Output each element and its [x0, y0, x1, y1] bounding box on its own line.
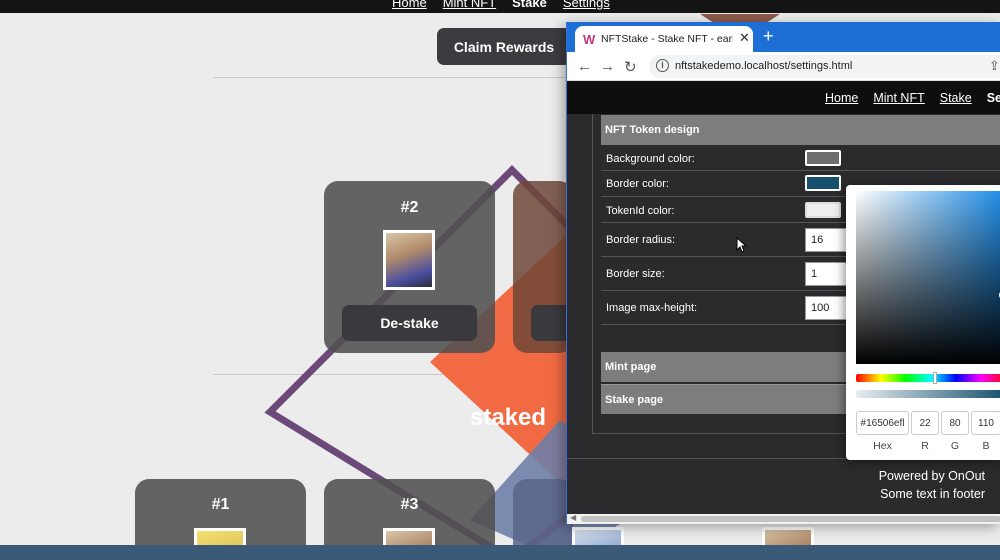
- forward-arrow-icon[interactable]: →: [600, 58, 615, 75]
- row-label: Border radius:: [606, 234, 676, 246]
- scroll-left-icon[interactable]: ◀: [570, 513, 576, 522]
- nav-stake[interactable]: Stake: [940, 91, 972, 105]
- back-arrow-icon[interactable]: ←: [577, 58, 592, 75]
- footer-text: Some text in footer: [880, 487, 985, 501]
- border-color-swatch[interactable]: [805, 175, 841, 191]
- staked-nft-card: #2 De-stake: [324, 181, 495, 353]
- alpha-slider[interactable]: [856, 390, 1000, 398]
- tab-strip: W NFTStake - Stake NFT - earn ERC ✕ +: [567, 22, 1000, 52]
- hex-input[interactable]: #16506efl: [856, 411, 909, 435]
- hue-slider[interactable]: [856, 374, 1000, 382]
- hex-label: Hex: [873, 440, 892, 452]
- background-color-swatch[interactable]: [805, 150, 841, 166]
- url-text: nftstakedemo.localhost/settings.html: [675, 60, 853, 72]
- close-tab-icon[interactable]: ✕: [739, 30, 750, 46]
- color-picker-popup: #16506efl 22 80 110 Hex R G B: [846, 185, 1000, 460]
- scrollbar-thumb[interactable]: [581, 516, 1000, 522]
- reload-icon[interactable]: ↻: [624, 58, 637, 76]
- section-heading: staked: [470, 404, 547, 431]
- nft-token-id: #2: [400, 199, 419, 216]
- browser-tab[interactable]: W NFTStake - Stake NFT - earn ERC ✕: [575, 26, 753, 52]
- new-tab-icon[interactable]: +: [763, 26, 774, 47]
- nft-token-id: #3: [400, 496, 419, 513]
- nft-token-id: #1: [211, 496, 230, 513]
- red-input[interactable]: 22: [911, 411, 939, 435]
- nav-mint-nft[interactable]: Mint NFT: [873, 91, 924, 105]
- blue-label: B: [982, 440, 990, 452]
- setting-row: Background color:: [601, 145, 1000, 171]
- address-bar[interactable]: i nftstakedemo.localhost/settings.html: [649, 55, 1000, 78]
- destake-button[interactable]: De-stake: [342, 305, 477, 341]
- red-label: R: [921, 440, 929, 452]
- green-input[interactable]: 80: [941, 411, 969, 435]
- site-info-icon[interactable]: i: [656, 59, 669, 72]
- settings-nav-links: Home Mint NFT Stake Se: [825, 91, 1000, 105]
- blue-input[interactable]: 110: [971, 411, 1000, 435]
- settings-site-nav: Home Mint NFT Stake Se: [567, 81, 1000, 114]
- section-nft-token-design[interactable]: NFT Token design: [601, 115, 1000, 145]
- nft-image: [383, 230, 435, 290]
- tokenid-color-swatch[interactable]: [805, 202, 841, 218]
- horizontal-scrollbar[interactable]: ◀: [567, 513, 1000, 524]
- row-label: Background color:: [606, 153, 695, 165]
- row-label: Border color:: [606, 178, 669, 190]
- staked-nft-card: [513, 181, 573, 353]
- row-label: Image max-height:: [606, 302, 698, 314]
- settings-footer: Powered by OnOut Some text in footer: [567, 458, 1000, 514]
- share-icon[interactable]: ⇪: [989, 58, 1000, 74]
- nav-home[interactable]: Home: [825, 91, 858, 105]
- tab-title: NFTStake - Stake NFT - earn ERC: [601, 33, 733, 45]
- browser-toolbar: ← → ↻ i nftstakedemo.localhost/settings.…: [567, 52, 1000, 81]
- hue-slider-thumb[interactable]: [933, 372, 937, 384]
- site-favicon-icon: W: [583, 32, 596, 47]
- row-label: Border size:: [606, 268, 665, 280]
- footer-powered-by: Powered by OnOut: [878, 469, 985, 483]
- background-footer-bar: [0, 545, 1000, 560]
- mouse-pointer-icon: [736, 237, 748, 253]
- row-label: TokenId color:: [606, 205, 675, 217]
- nav-settings[interactable]: Se: [987, 91, 1000, 105]
- saturation-value-area[interactable]: [856, 191, 1000, 364]
- green-label: G: [950, 440, 960, 452]
